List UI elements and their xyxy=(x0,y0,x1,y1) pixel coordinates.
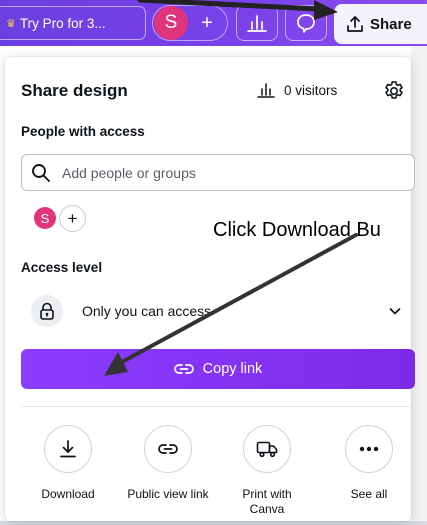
see-all-label: See all xyxy=(350,487,388,501)
download-button[interactable] xyxy=(44,425,92,473)
link-icon xyxy=(173,364,194,374)
bottom-edge xyxy=(0,521,427,525)
try-pro-label: Try Pro for 3... xyxy=(19,15,106,31)
public-view-link-button[interactable] xyxy=(144,425,192,473)
comment-icon xyxy=(297,14,315,33)
visitors-count: 0 visitors xyxy=(284,82,338,98)
add-collaborator-button[interactable]: + xyxy=(193,6,221,40)
add-member-button[interactable]: + xyxy=(59,205,86,232)
lock-badge xyxy=(31,295,63,327)
access-level-value: Only you can access xyxy=(82,303,212,319)
panel-title: Share design xyxy=(21,81,128,100)
print-with-canva-label: Print with Canva xyxy=(242,487,292,516)
more-icon xyxy=(359,446,379,452)
annotation-text: Click Download Bu xyxy=(213,219,381,241)
insights-button[interactable] xyxy=(236,5,278,41)
people-with-access-heading: People with access xyxy=(21,124,145,139)
download-label: Download xyxy=(41,487,95,501)
see-all-button[interactable] xyxy=(345,425,393,473)
copy-link-button[interactable]: Copy link xyxy=(21,349,415,389)
lock-icon xyxy=(40,302,54,320)
download-icon xyxy=(60,440,76,458)
public-view-link-label: Public view link xyxy=(127,487,209,501)
divider xyxy=(21,406,415,407)
truck-icon xyxy=(256,441,278,458)
member-avatar[interactable]: S xyxy=(34,207,56,229)
comments-button[interactable] xyxy=(285,5,327,41)
try-pro-button[interactable]: ♛ Try Pro for 3... xyxy=(0,6,146,40)
upload-icon xyxy=(347,16,363,32)
search-icon xyxy=(31,163,51,183)
share-button[interactable]: Share xyxy=(334,4,427,44)
access-level-heading: Access level xyxy=(21,260,103,275)
copy-link-label: Copy link xyxy=(202,361,263,377)
gear-icon xyxy=(385,81,403,99)
crown-icon: ♛ xyxy=(6,17,16,30)
access-level-dropdown[interactable] xyxy=(21,289,415,333)
link-icon xyxy=(158,444,178,454)
analytics-icon xyxy=(257,83,275,98)
chevron-down-icon xyxy=(388,304,402,318)
analytics-icon xyxy=(247,15,267,32)
visitors-button[interactable]: 0 visitors xyxy=(257,82,337,98)
search-input[interactable] xyxy=(62,159,362,186)
avatar[interactable]: S xyxy=(154,6,188,40)
print-with-canva-button[interactable] xyxy=(243,425,291,473)
settings-button[interactable] xyxy=(382,79,406,103)
page-background xyxy=(411,46,427,525)
share-label: Share xyxy=(370,15,412,33)
